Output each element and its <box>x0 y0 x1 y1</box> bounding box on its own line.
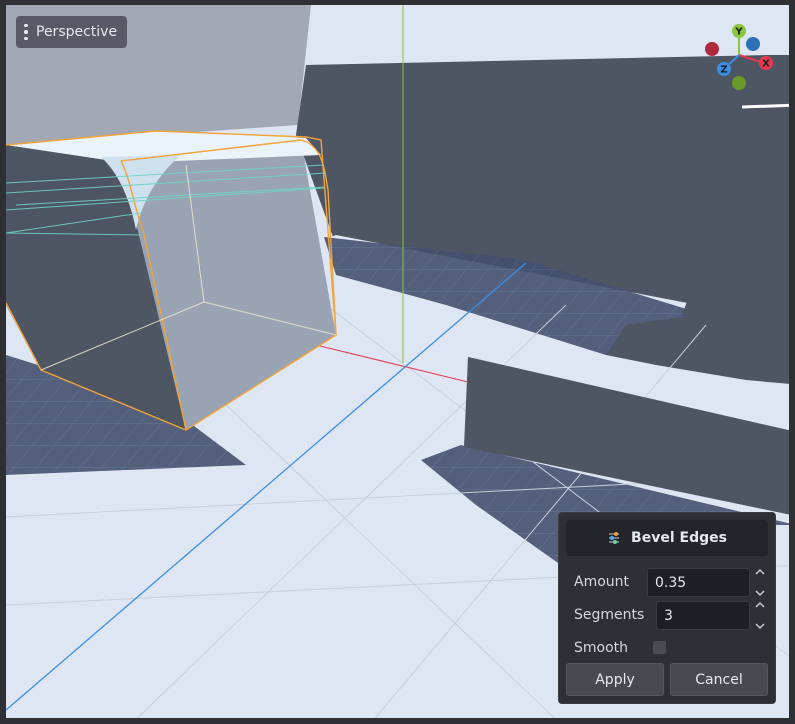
gizmo-z-label: Z <box>720 65 727 76</box>
amount-label: Amount <box>574 574 630 590</box>
gizmo-neg-y-handle[interactable] <box>732 76 746 90</box>
panel-title: Bevel Edges <box>631 530 727 546</box>
gizmo-neg-x-handle[interactable] <box>705 42 719 56</box>
smooth-label: Smooth <box>574 640 629 656</box>
gizmo-neg-z-handle[interactable] <box>746 37 760 51</box>
segments-label: Segments <box>574 607 645 623</box>
perspective-label: Perspective <box>36 24 118 40</box>
chevron-down-icon[interactable] <box>755 590 765 597</box>
amount-stepper[interactable] <box>753 568 767 597</box>
amount-input[interactable]: 0.35 <box>647 568 750 597</box>
cylinder-highlight <box>741 103 789 109</box>
gizmo-y-label: Y <box>734 27 743 38</box>
sliders-icon <box>609 532 620 544</box>
segments-input[interactable]: 3 <box>656 601 750 630</box>
panel-header: Bevel Edges <box>566 520 768 556</box>
orientation-gizmo[interactable]: Y X Z <box>704 23 784 103</box>
chevron-up-icon[interactable] <box>755 601 765 608</box>
viewport-frame[interactable]: Perspective Y X Z Bevel Edges Amount 0.3… <box>0 0 795 724</box>
segments-stepper[interactable] <box>753 601 767 630</box>
chevron-up-icon[interactable] <box>755 568 765 575</box>
cancel-button[interactable]: Cancel <box>670 663 768 696</box>
perspective-menu-button[interactable]: Perspective <box>16 16 128 48</box>
gizmo-x-label: X <box>762 59 770 70</box>
apply-button[interactable]: Apply <box>566 663 664 696</box>
chevron-down-icon[interactable] <box>755 623 765 630</box>
bevel-edges-panel: Bevel Edges Amount 0.35 Segments 3 Smoot… <box>558 512 776 704</box>
vertical-dots-icon <box>24 23 28 41</box>
smooth-checkbox[interactable] <box>653 641 666 654</box>
